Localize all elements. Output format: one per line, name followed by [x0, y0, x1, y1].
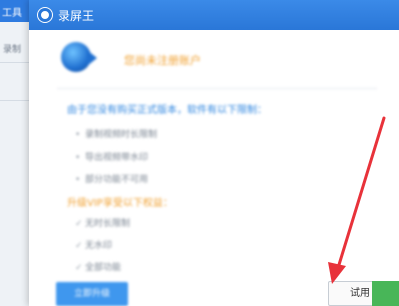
camera-lens-icon [87, 50, 97, 66]
upgrade-button[interactable]: 立即升级 [56, 282, 128, 306]
app-logo-icon [38, 8, 52, 22]
headline-text: 您尚未注册账户 [124, 54, 201, 67]
background-nav-item[interactable]: 录制 [3, 42, 21, 55]
limit-item: • 导出视频带水印 [75, 153, 149, 163]
confirm-button[interactable] [372, 281, 399, 306]
benefit-item: ✓ 无时长限制 [75, 219, 131, 229]
check-icon: ✓ [75, 241, 83, 251]
bullet-icon: • [75, 130, 81, 140]
benefits-section-title: 升级VIP享受以下权益： [67, 198, 173, 209]
limit-item: • 部分功能不可用 [75, 175, 149, 185]
bullet-icon: • [75, 153, 81, 163]
content-divider [57, 88, 377, 89]
bullet-icon: • [75, 175, 81, 185]
dialog-titlebar[interactable]: 录屏王 [29, 0, 399, 30]
dialog-window: 录屏王 您尚未注册账户 由于您没有购买正式版本，软件有以下限制： • 录制视频时长… [29, 0, 399, 306]
background-toolbar-label: 工具 [2, 8, 22, 19]
benefit-item: ✓ 无水印 [75, 241, 113, 251]
limits-section-title: 由于您没有购买正式版本，软件有以下限制： [67, 105, 267, 116]
check-icon: ✓ [75, 219, 83, 229]
dialog-title: 录屏王 [58, 9, 95, 23]
check-icon: ✓ [75, 263, 83, 273]
limit-item: • 录制视频时长限制 [75, 130, 158, 140]
benefit-item: ✓ 全部功能 [75, 263, 122, 273]
